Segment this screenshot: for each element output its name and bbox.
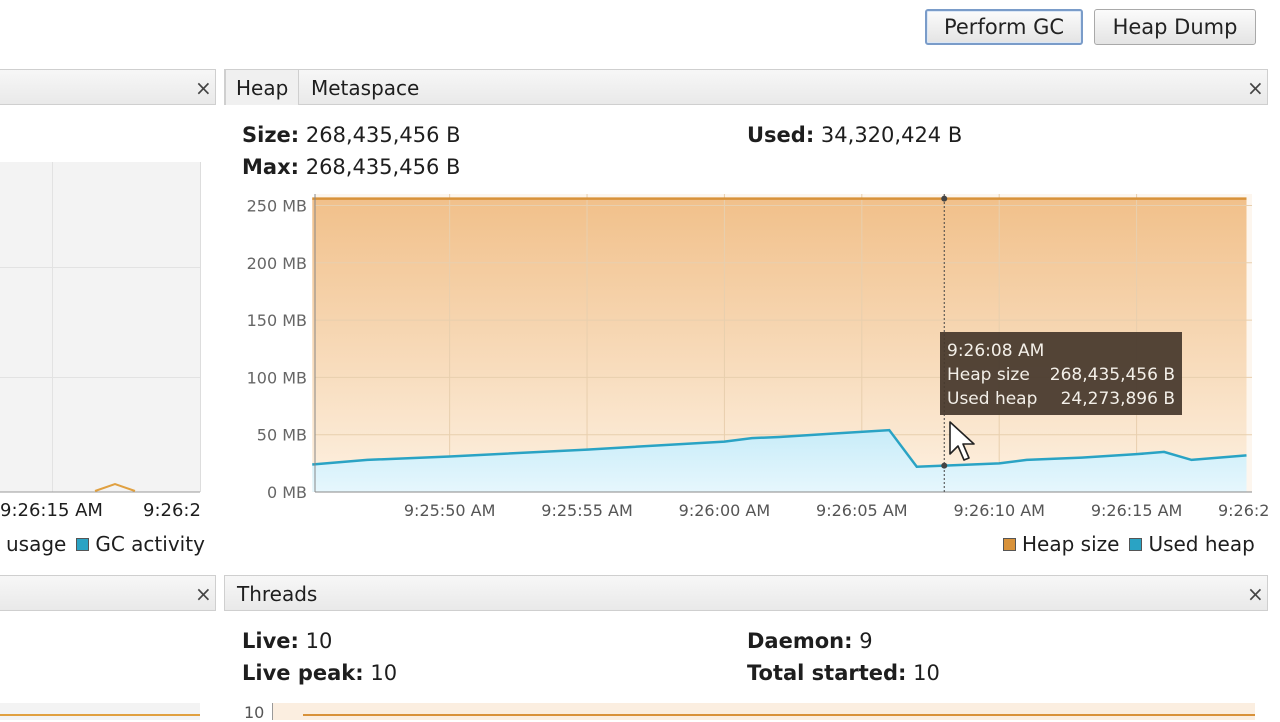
x-tick-label: 9:26:00 AM — [679, 501, 771, 520]
threads-live-label: Live: — [242, 629, 299, 653]
x-tick-label: 9:26:05 AM — [816, 501, 908, 520]
y-tick-label: 150 MB — [247, 311, 307, 330]
threads-live-peak-label: Live peak: — [242, 661, 364, 685]
classes-panel-header — [0, 575, 216, 611]
tooltip-row-heap-size: Heap size 268,435,456 B — [947, 363, 1175, 387]
legend-used-heap-swatch — [1129, 537, 1143, 551]
legend-heap-size-label: Heap size — [1022, 532, 1120, 556]
threads-live-peak-info: Live peak: 10 — [242, 661, 397, 685]
x-tick-label: 9:25:50 AM — [404, 501, 496, 520]
x-tick-label: 9:26:15 AM — [1091, 501, 1183, 520]
cursor-point-heap — [941, 195, 948, 202]
threads-live-peak-value: 10 — [370, 661, 398, 685]
heap-legend: Heap size Used heap — [1003, 532, 1255, 556]
y-tick-label: 250 MB — [247, 196, 307, 215]
tooltip-label: Heap size — [947, 365, 1030, 385]
cursor-point-used — [941, 462, 948, 469]
y-tick-label: 100 MB — [247, 368, 307, 387]
mouse-cursor-icon — [949, 421, 975, 461]
tooltip-time: 9:26:08 AM — [947, 341, 1045, 361]
legend-gc-activity-label: GC activity — [95, 532, 205, 556]
threads-ytick-label: 10 — [244, 703, 265, 722]
x-tick-label: 9:26:10 AM — [953, 501, 1045, 520]
threads-daemon-info: Daemon: 9 — [747, 629, 873, 653]
threads-total-started-label: Total started: — [747, 661, 907, 685]
threads-chart-plot — [272, 703, 1255, 720]
legend-gc-activity-swatch — [76, 537, 90, 551]
y-tick-label: 50 MB — [257, 426, 307, 445]
y-tick-label: 200 MB — [247, 254, 307, 273]
threads-panel-title: Threads — [237, 581, 318, 606]
legend-used-heap-label: Used heap — [1148, 532, 1255, 556]
classes-chart-plot — [0, 703, 200, 720]
cpu-legend: usage GC activity — [6, 532, 205, 556]
tooltip-label: Used heap — [947, 389, 1038, 409]
legend-usage-label: usage — [6, 532, 67, 556]
x-tick-label: 9:26:2 — [1218, 501, 1270, 520]
heap-tooltip: 9:26:08 AM Heap size 268,435,456 B Used … — [940, 332, 1182, 415]
threads-daemon-label: Daemon: — [747, 629, 853, 653]
tooltip-value: 268,435,456 B — [1049, 365, 1175, 385]
heap-chart: 0 MB 50 MB 100 MB 150 MB 200 MB 250 MB 9:25:50… — [247, 194, 1270, 520]
threads-live-info: Live: 10 — [242, 629, 332, 653]
threads-total-started-info: Total started: 10 — [747, 661, 940, 685]
x-tick-label: 9:25:55 AM — [541, 501, 633, 520]
classes-panel-close-icon[interactable]: × — [195, 584, 212, 604]
threads-daemon-value: 9 — [859, 629, 873, 653]
threads-total-started-value: 10 — [913, 661, 940, 685]
tooltip-value: 24,273,896 B — [1060, 389, 1175, 409]
threads-live-value: 10 — [305, 629, 333, 653]
y-tick-label: 0 MB — [267, 483, 307, 502]
tooltip-row-used-heap: Used heap 24,273,896 B — [947, 387, 1175, 411]
threads-panel-close-icon[interactable]: × — [1247, 584, 1264, 604]
legend-heap-size-swatch — [1003, 537, 1016, 551]
threads-panel-header: Threads — [224, 575, 1268, 611]
